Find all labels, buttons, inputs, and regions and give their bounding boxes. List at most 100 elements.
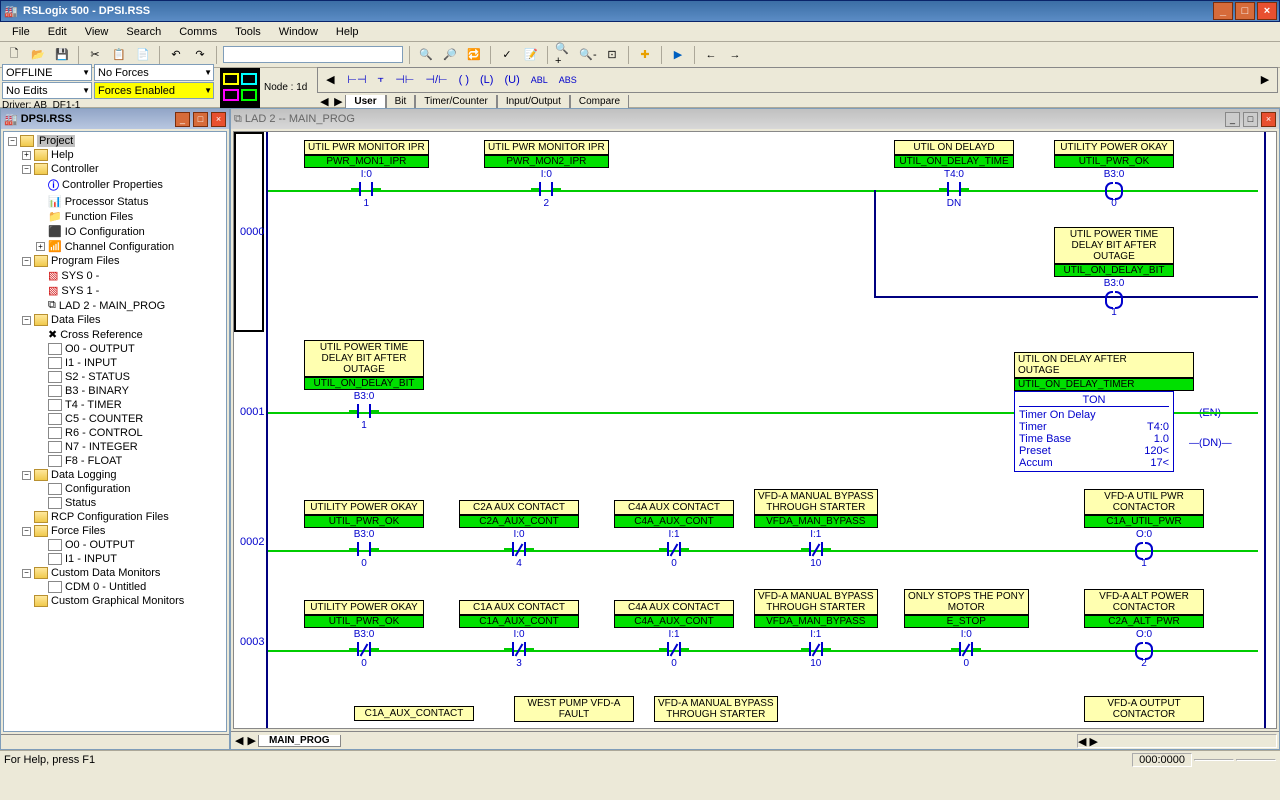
tree-max-button[interactable]: □	[193, 112, 208, 127]
rung-2[interactable]: 0002 UTILITY POWER OKAYUTIL_PWR_OKB3:00 …	[234, 492, 1276, 592]
menu-window[interactable]: Window	[271, 24, 326, 40]
nav-fwd-button[interactable]: →	[725, 45, 745, 65]
open-button[interactable]: 📂	[28, 45, 48, 65]
instr-abs-icon[interactable]: ABS	[555, 75, 581, 85]
new-button[interactable]: 🗋	[4, 45, 24, 65]
lad-max-button[interactable]: □	[1243, 112, 1258, 127]
goto-button[interactable]: ⊡	[602, 45, 622, 65]
tree-force-files[interactable]: Force Files	[51, 525, 105, 537]
rung-3[interactable]: 0003 UTILITY POWER OKAYUTIL_PWR_OKB3:00 …	[234, 592, 1276, 692]
tree-dl-status[interactable]: Status	[65, 497, 96, 509]
r3-ote1[interactable]: VFD-A ALT POWER CONTACTORC2A_ALT_PWRO:02	[1084, 589, 1204, 669]
tree-n7[interactable]: N7 - INTEGER	[65, 441, 138, 453]
tree-force-i1[interactable]: I1 - INPUT	[65, 553, 117, 565]
cut-button[interactable]: ✂	[85, 45, 105, 65]
r3-xio3[interactable]: C4A AUX CONTACTC4A_AUX_CONTI:10	[614, 600, 734, 669]
online-button[interactable]: ✚	[635, 45, 655, 65]
tree-data-files[interactable]: Data Files	[51, 314, 101, 326]
minimize-button[interactable]: _	[1213, 2, 1233, 20]
r1-ton[interactable]: UTIL ON DELAY AFTER OUTAGEUTIL_ON_DELAY_…	[1014, 352, 1194, 472]
tree-cgm[interactable]: Custom Graphical Monitors	[51, 595, 184, 607]
lad-min-button[interactable]: _	[1225, 112, 1240, 127]
tab-bit[interactable]: Bit	[386, 95, 416, 109]
tree-dl-config[interactable]: Configuration	[65, 483, 130, 495]
tree-proc-status[interactable]: Processor Status	[65, 196, 149, 208]
instr-xio-icon[interactable]: ⊣/⊢	[421, 73, 451, 86]
ladder-view[interactable]: 0000 UTIL PWR MONITOR IPRPWR_MON1_IPR I:…	[233, 131, 1277, 729]
r0-xic1[interactable]: UTIL PWR MONITOR IPRPWR_MON1_IPR I:01	[304, 140, 429, 209]
tree-rcp[interactable]: RCP Configuration Files	[51, 511, 169, 523]
tree-sys1[interactable]: SYS 1 -	[61, 285, 99, 297]
redo-button[interactable]: ↷	[190, 45, 210, 65]
instr-xic-icon[interactable]: ⊣⊢	[391, 73, 418, 86]
tree-func-files[interactable]: Function Files	[65, 211, 133, 223]
run-button[interactable]: ▶	[668, 45, 688, 65]
r3-xio2[interactable]: C1A AUX CONTACTC1A_AUX_CONTI:03	[459, 600, 579, 669]
r2-xic1[interactable]: UTILITY POWER OKAYUTIL_PWR_OKB3:00	[304, 500, 424, 569]
instr-abl-icon[interactable]: ABL	[527, 75, 552, 85]
tree-b3[interactable]: B3 - BINARY	[65, 385, 129, 397]
close-button[interactable]: ×	[1257, 2, 1277, 20]
tree-cdm[interactable]: Custom Data Monitors	[51, 567, 160, 579]
find-button[interactable]: 🔍	[416, 45, 436, 65]
tree-force-o0[interactable]: O0 - OUTPUT	[65, 539, 135, 551]
menu-edit[interactable]: Edit	[40, 24, 75, 40]
paste-button[interactable]: 📄	[133, 45, 153, 65]
r3-xio1[interactable]: UTILITY POWER OKAYUTIL_PWR_OKB3:00	[304, 600, 424, 669]
tab-scroll-left[interactable]: ◀	[317, 95, 331, 109]
tab-timer[interactable]: Timer/Counter	[415, 95, 497, 109]
r2-ote1[interactable]: VFD-A UTIL PWR CONTACTORC1A_UTIL_PWRO:01	[1084, 489, 1204, 569]
r0-xic3[interactable]: UTIL ON DELAYDUTIL_ON_DELAY_TIME T4:0DN	[894, 140, 1014, 209]
instr-otl-icon[interactable]: (L)	[476, 74, 497, 86]
zoom-out-button[interactable]: 🔍-	[578, 45, 598, 65]
edits-dropdown[interactable]: No Edits	[2, 82, 92, 99]
rung-0[interactable]: 0000 UTIL PWR MONITOR IPRPWR_MON1_IPR I:…	[234, 132, 1276, 332]
instr-ote-icon[interactable]: ( )	[455, 74, 473, 86]
menu-search[interactable]: Search	[118, 24, 169, 40]
tree-r6[interactable]: R6 - CONTROL	[65, 427, 143, 439]
address-combo[interactable]	[223, 46, 403, 63]
tree-help[interactable]: Help	[51, 149, 74, 161]
r2-xio4[interactable]: VFD-A MANUAL BYPASS THROUGH STARTERVFDA_…	[754, 489, 878, 569]
instr-rung-icon[interactable]: ⊢⊣	[343, 73, 370, 86]
tree-f8[interactable]: F8 - FLOAT	[65, 455, 122, 467]
project-tree[interactable]: −Project +Help −Controller ⓘController P…	[3, 131, 227, 732]
tree-io-config[interactable]: IO Configuration	[65, 226, 145, 238]
tree-controller[interactable]: Controller	[51, 163, 99, 175]
tree-sys0[interactable]: SYS 0 -	[61, 270, 99, 282]
tree-t4[interactable]: T4 - TIMER	[65, 399, 122, 411]
tree-root[interactable]: Project	[37, 135, 75, 147]
ladder-tab-main[interactable]: MAIN_PROG	[258, 735, 341, 747]
tree-min-button[interactable]: _	[175, 112, 190, 127]
instr-otu-icon[interactable]: (U)	[500, 74, 523, 86]
forces-enabled-dropdown[interactable]: Forces Enabled	[94, 82, 214, 99]
r0-ote2[interactable]: UTIL POWER TIME DELAY BIT AFTER OUTAGEUT…	[1054, 227, 1174, 318]
scroll-right-button[interactable]: ▶	[1255, 70, 1275, 90]
r3-xio5[interactable]: ONLY STOPS THE PONY MOTORE_STOPI:00	[904, 589, 1029, 669]
verify-button[interactable]: ✓	[497, 45, 517, 65]
save-button[interactable]: 💾	[52, 45, 72, 65]
r0-ote1[interactable]: UTILITY POWER OKAYUTIL_PWR_OK B3:00	[1054, 140, 1174, 209]
menu-file[interactable]: File	[4, 24, 38, 40]
tree-c5[interactable]: C5 - COUNTER	[65, 413, 143, 425]
undo-button[interactable]: ↶	[166, 45, 186, 65]
scroll-left-button[interactable]: ◀	[320, 70, 340, 90]
tab-user[interactable]: User	[345, 95, 385, 109]
nav-back-button[interactable]: ←	[701, 45, 721, 65]
r3-xio4[interactable]: VFD-A MANUAL BYPASS THROUGH STARTERVFDA_…	[754, 589, 878, 669]
tree-lad2[interactable]: LAD 2 - MAIN_PROG	[59, 300, 165, 312]
tree-hscroll[interactable]	[1, 734, 229, 749]
r1-xic1[interactable]: UTIL POWER TIME DELAY BIT AFTER OUTAGEUT…	[304, 340, 424, 431]
menu-comms[interactable]: Comms	[171, 24, 225, 40]
tree-cdm0[interactable]: CDM 0 - Untitled	[65, 581, 146, 593]
tree-prog-files[interactable]: Program Files	[51, 255, 119, 267]
menu-view[interactable]: View	[77, 24, 117, 40]
menu-help[interactable]: Help	[328, 24, 367, 40]
copy-button[interactable]: 📋	[109, 45, 129, 65]
r2-xio3[interactable]: C4A AUX CONTACTC4A_AUX_CONTI:10	[614, 500, 734, 569]
zoom-in-button[interactable]: 🔍+	[554, 45, 574, 65]
ladder-hscroll[interactable]: ◀ ▶	[1077, 734, 1277, 748]
tree-o0[interactable]: O0 - OUTPUT	[65, 343, 135, 355]
mode-dropdown[interactable]: OFFLINE	[2, 64, 92, 81]
menu-tools[interactable]: Tools	[227, 24, 269, 40]
